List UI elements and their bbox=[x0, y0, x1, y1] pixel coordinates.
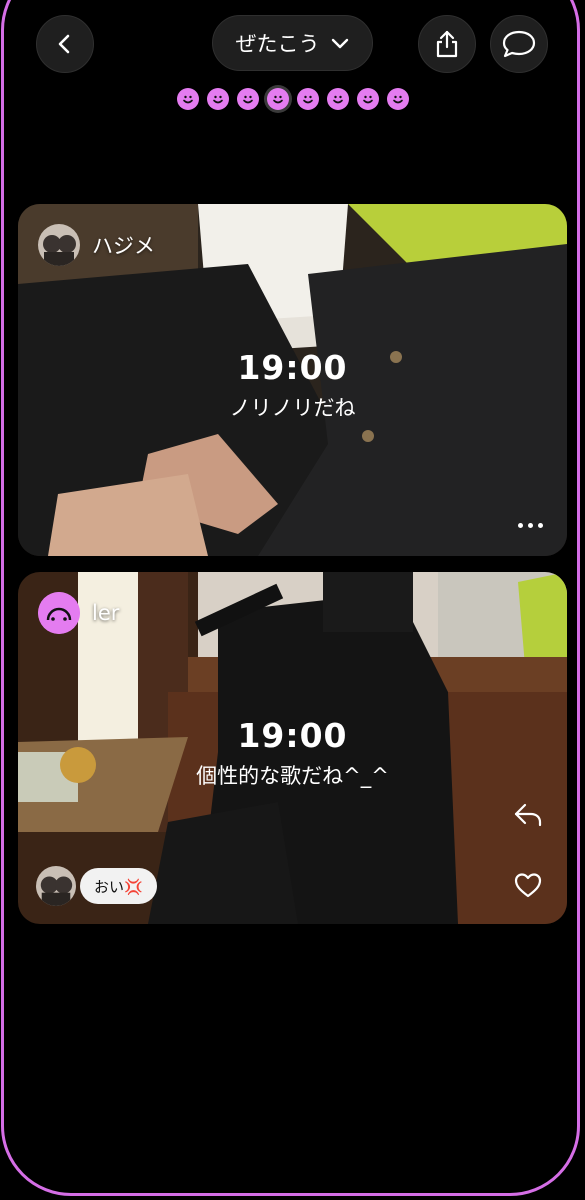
reply-icon bbox=[514, 803, 542, 827]
reply-button[interactable] bbox=[511, 798, 545, 832]
username: ハジメ bbox=[92, 234, 155, 258]
post-card[interactable]: ハジメ 19:00 ノリノリだね bbox=[18, 204, 567, 556]
chat-bubble-icon bbox=[502, 30, 536, 58]
avatar bbox=[36, 866, 76, 906]
smiley-icon bbox=[332, 95, 343, 104]
smiley-icon bbox=[272, 95, 283, 104]
post-author[interactable]: ler bbox=[38, 592, 119, 634]
post-caption: ノリノリだね bbox=[229, 396, 356, 420]
smiley-icon bbox=[302, 95, 313, 104]
group-selector[interactable]: ぜたこう bbox=[212, 15, 373, 71]
reaction-text: おい💢 bbox=[80, 868, 157, 904]
page-dot[interactable] bbox=[266, 88, 289, 110]
avatar bbox=[38, 224, 80, 266]
smiley-icon bbox=[242, 95, 253, 104]
smiley-icon bbox=[392, 95, 403, 104]
page-dot[interactable] bbox=[356, 88, 379, 110]
smiley-icon bbox=[212, 95, 223, 104]
page-indicator[interactable] bbox=[0, 85, 585, 113]
group-title: ぜたこう bbox=[235, 32, 320, 56]
more-options-button[interactable] bbox=[518, 523, 543, 528]
post-author[interactable]: ハジメ bbox=[38, 224, 155, 266]
page-dot[interactable] bbox=[296, 88, 319, 110]
page-dot[interactable] bbox=[386, 88, 409, 110]
avatar bbox=[38, 592, 80, 634]
username: ler bbox=[92, 601, 120, 625]
post-caption: 個性的な歌だね^_^ bbox=[196, 764, 389, 788]
smiley-icon bbox=[362, 95, 373, 104]
post-card[interactable]: ler 19:00 個性的な歌だね^_^ おい💢 bbox=[18, 572, 567, 924]
chevron-left-icon bbox=[58, 34, 70, 54]
share-button[interactable] bbox=[418, 15, 476, 73]
page-dot[interactable] bbox=[176, 88, 199, 110]
heart-icon bbox=[514, 873, 542, 898]
chat-button[interactable] bbox=[490, 15, 548, 73]
back-button[interactable] bbox=[36, 15, 94, 73]
page-dot[interactable] bbox=[206, 88, 229, 110]
share-icon bbox=[436, 30, 458, 58]
post-time: 19:00 bbox=[237, 716, 348, 755]
reaction[interactable]: おい💢 bbox=[36, 866, 157, 906]
post-time: 19:00 bbox=[237, 348, 348, 387]
page-dot[interactable] bbox=[236, 88, 259, 110]
page-dot[interactable] bbox=[326, 88, 349, 110]
like-button[interactable] bbox=[511, 868, 545, 902]
more-dots-icon bbox=[518, 523, 523, 528]
chevron-down-icon bbox=[331, 38, 348, 49]
smiley-icon bbox=[182, 95, 193, 104]
